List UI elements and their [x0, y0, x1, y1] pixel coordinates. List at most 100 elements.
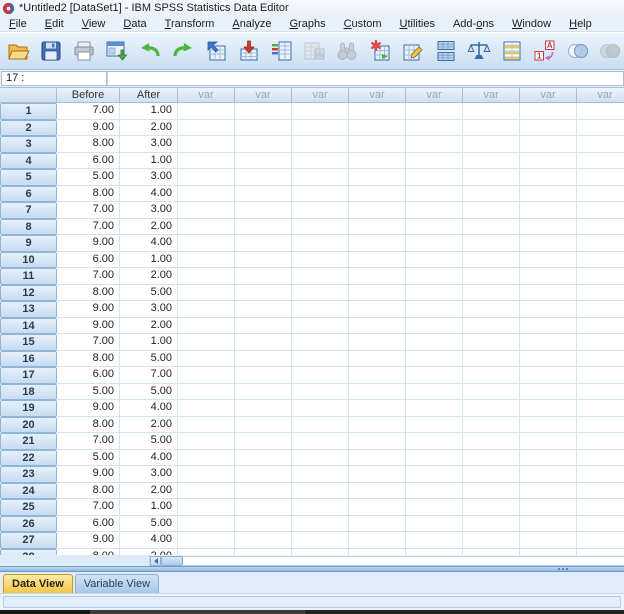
scroll-left-button[interactable]: [150, 555, 161, 566]
cell-var3-25[interactable]: [292, 499, 349, 516]
cell-var2-28[interactable]: [235, 548, 292, 555]
cell-before-18[interactable]: 5.00: [57, 383, 120, 400]
cell-before-2[interactable]: 9.00: [57, 119, 120, 136]
cell-var4-25[interactable]: [349, 499, 406, 516]
cell-var1-17[interactable]: [178, 367, 235, 384]
column-header-var-1[interactable]: var: [178, 87, 235, 103]
cell-after-27[interactable]: 4.00: [120, 532, 178, 549]
cell-before-5[interactable]: 5.00: [57, 169, 120, 186]
cell-var4-10[interactable]: [349, 251, 406, 268]
cell-var2-24[interactable]: [235, 482, 292, 499]
cell-var4-12[interactable]: [349, 284, 406, 301]
row-header-19[interactable]: 19: [0, 400, 57, 417]
column-header-var-3[interactable]: var: [292, 87, 349, 103]
cell-after-9[interactable]: 4.00: [120, 235, 178, 252]
cell-var2-4[interactable]: [235, 152, 292, 169]
cell-var1-1[interactable]: [178, 103, 235, 120]
row-header-25[interactable]: 25: [0, 499, 57, 516]
cell-before-11[interactable]: 7.00: [57, 268, 120, 285]
cell-after-22[interactable]: 4.00: [120, 449, 178, 466]
cell-var5-28[interactable]: [406, 548, 463, 555]
cell-var5-24[interactable]: [406, 482, 463, 499]
cell-var5-8[interactable]: [406, 218, 463, 235]
insert-variable-button[interactable]: [400, 37, 427, 65]
cell-before-10[interactable]: 6.00: [57, 251, 120, 268]
cell-var7-3[interactable]: [520, 136, 577, 153]
row-header-14[interactable]: 14: [0, 317, 57, 334]
cell-after-16[interactable]: 5.00: [120, 350, 178, 367]
menu-item-utilities[interactable]: Utilities: [391, 18, 444, 30]
cell-var4-8[interactable]: [349, 218, 406, 235]
cell-var6-4[interactable]: [463, 152, 520, 169]
cell-after-23[interactable]: 3.00: [120, 466, 178, 483]
cell-var3-1[interactable]: [292, 103, 349, 120]
cell-var5-9[interactable]: [406, 235, 463, 252]
cell-var8-13[interactable]: [577, 301, 624, 318]
cell-before-14[interactable]: 9.00: [57, 317, 120, 334]
cell-var3-19[interactable]: [292, 400, 349, 417]
cell-after-15[interactable]: 1.00: [120, 334, 178, 351]
cell-before-21[interactable]: 7.00: [57, 433, 120, 450]
cell-var7-16[interactable]: [520, 350, 577, 367]
cell-var2-10[interactable]: [235, 251, 292, 268]
row-header-3[interactable]: 3: [0, 136, 57, 153]
cell-var2-18[interactable]: [235, 383, 292, 400]
cell-var3-4[interactable]: [292, 152, 349, 169]
cell-before-6[interactable]: 8.00: [57, 185, 120, 202]
cell-var6-18[interactable]: [463, 383, 520, 400]
cell-before-4[interactable]: 6.00: [57, 152, 120, 169]
cell-var6-3[interactable]: [463, 136, 520, 153]
cell-var8-12[interactable]: [577, 284, 624, 301]
cell-after-12[interactable]: 5.00: [120, 284, 178, 301]
cell-before-12[interactable]: 8.00: [57, 284, 120, 301]
cell-after-1[interactable]: 1.00: [120, 103, 178, 120]
column-header-var-6[interactable]: var: [463, 87, 520, 103]
cell-var7-17[interactable]: [520, 367, 577, 384]
cell-var7-22[interactable]: [520, 449, 577, 466]
cell-var7-8[interactable]: [520, 218, 577, 235]
row-header-1[interactable]: 1: [0, 103, 57, 120]
cell-var1-27[interactable]: [178, 532, 235, 549]
cell-var3-9[interactable]: [292, 235, 349, 252]
cell-before-25[interactable]: 7.00: [57, 499, 120, 516]
cell-var7-27[interactable]: [520, 532, 577, 549]
cell-var8-15[interactable]: [577, 334, 624, 351]
row-header-9[interactable]: 9: [0, 235, 57, 252]
cell-before-23[interactable]: 9.00: [57, 466, 120, 483]
cell-var8-11[interactable]: [577, 268, 624, 285]
cell-var6-5[interactable]: [463, 169, 520, 186]
cell-var8-4[interactable]: [577, 152, 624, 169]
cell-var5-6[interactable]: [406, 185, 463, 202]
cell-var7-19[interactable]: [520, 400, 577, 417]
cell-before-3[interactable]: 8.00: [57, 136, 120, 153]
cell-var4-21[interactable]: [349, 433, 406, 450]
cell-var6-14[interactable]: [463, 317, 520, 334]
cell-var6-8[interactable]: [463, 218, 520, 235]
cell-var6-11[interactable]: [463, 268, 520, 285]
cell-var8-6[interactable]: [577, 185, 624, 202]
cell-var8-5[interactable]: [577, 169, 624, 186]
cell-var8-23[interactable]: [577, 466, 624, 483]
cell-var5-11[interactable]: [406, 268, 463, 285]
cell-var3-28[interactable]: [292, 548, 349, 555]
pane-splitter[interactable]: [0, 566, 624, 572]
cell-var8-14[interactable]: [577, 317, 624, 334]
cell-var7-7[interactable]: [520, 202, 577, 219]
cell-var2-15[interactable]: [235, 334, 292, 351]
horizontal-scrollbar-track[interactable]: [183, 555, 624, 566]
menu-item-analyze[interactable]: Analyze: [223, 18, 280, 30]
menu-item-window[interactable]: Window: [503, 18, 560, 30]
row-header-6[interactable]: 6: [0, 185, 57, 202]
cell-after-3[interactable]: 3.00: [120, 136, 178, 153]
cell-var1-2[interactable]: [178, 119, 235, 136]
cell-var1-5[interactable]: [178, 169, 235, 186]
cell-var4-9[interactable]: [349, 235, 406, 252]
cell-var1-10[interactable]: [178, 251, 235, 268]
cell-after-14[interactable]: 2.00: [120, 317, 178, 334]
cell-var3-23[interactable]: [292, 466, 349, 483]
cell-var8-22[interactable]: [577, 449, 624, 466]
cell-var8-27[interactable]: [577, 532, 624, 549]
cell-before-24[interactable]: 8.00: [57, 482, 120, 499]
menu-item-data[interactable]: Data: [114, 18, 155, 30]
cell-after-6[interactable]: 4.00: [120, 185, 178, 202]
